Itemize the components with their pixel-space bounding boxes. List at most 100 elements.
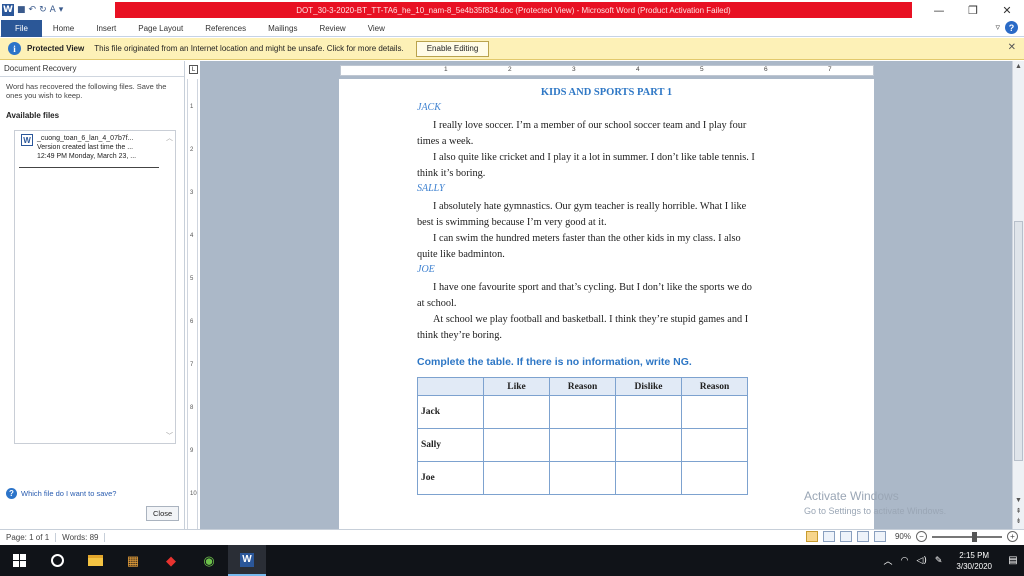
- table-row: Jack: [417, 395, 748, 429]
- scroll-up-icon[interactable]: ︿: [166, 133, 173, 143]
- protected-view-bar: i Protected View This file originated fr…: [0, 38, 1024, 60]
- save-icon[interactable]: ■: [17, 5, 26, 15]
- tab-page-layout[interactable]: Page Layout: [127, 20, 194, 37]
- table-cell[interactable]: [615, 461, 682, 495]
- document-page[interactable]: KIDS AND SPORTS PART 1 JACK I really lov…: [339, 79, 874, 529]
- zoom-slider[interactable]: [932, 531, 1002, 542]
- scroll-up-icon[interactable]: ▲: [1014, 63, 1023, 70]
- full-screen-view-button[interactable]: [822, 531, 835, 542]
- table-cell[interactable]: [549, 395, 616, 429]
- app-button[interactable]: ▦: [114, 545, 152, 576]
- zoom-slider-knob[interactable]: [972, 531, 977, 542]
- zoom-out-button[interactable]: −: [916, 531, 927, 542]
- watermark-title: Activate Windows: [804, 489, 899, 503]
- watermark-subtitle: Go to Settings to activate Windows.: [804, 506, 947, 516]
- tab-home[interactable]: Home: [42, 20, 85, 37]
- network-icon[interactable]: ◠: [897, 556, 913, 566]
- table-header: Like: [483, 377, 550, 396]
- document-title: KIDS AND SPORTS PART 1: [540, 87, 673, 98]
- ruler-label: 4: [636, 66, 640, 73]
- browser-button[interactable]: ◉: [190, 545, 228, 576]
- previous-page-icon[interactable]: ⇞: [1014, 507, 1023, 515]
- scrollbar-thumb[interactable]: [1014, 221, 1023, 461]
- search-button[interactable]: [38, 545, 76, 576]
- word-taskbar-button[interactable]: W: [228, 545, 266, 576]
- game-app-icon: ◆: [166, 552, 176, 568]
- paragraph: I absolutely hate gymnastics. Our gym te…: [417, 201, 747, 228]
- outline-view-button[interactable]: [856, 531, 869, 542]
- tab-file[interactable]: File: [1, 19, 42, 37]
- ruler-label: 7: [190, 362, 194, 368]
- paragraph: I have one favourite sport and that’s cy…: [417, 282, 752, 309]
- table-header-row: Like Reason Dislike Reason: [417, 377, 748, 396]
- protected-view-message[interactable]: This file originated from an Internet lo…: [94, 44, 404, 53]
- which-file-link[interactable]: ? Which file do I want to save?: [6, 488, 116, 499]
- tab-view[interactable]: View: [357, 20, 396, 37]
- table-cell[interactable]: [483, 461, 550, 495]
- volume-icon[interactable]: ◁): [912, 556, 930, 566]
- table-cell[interactable]: [615, 395, 682, 429]
- tab-selector[interactable]: L: [186, 61, 200, 77]
- file-explorer-button[interactable]: [76, 545, 114, 576]
- zoom-in-button[interactable]: +: [1007, 531, 1018, 542]
- redo-icon[interactable]: ↻: [39, 5, 47, 15]
- tab-insert[interactable]: Insert: [85, 20, 127, 37]
- page-count[interactable]: Page: 1 of 1: [0, 533, 57, 542]
- word-count[interactable]: Words: 89: [56, 533, 106, 542]
- vertical-ruler: 1 2 3 4 5 6 7 8 9 10: [187, 79, 198, 529]
- table-cell[interactable]: [549, 428, 616, 462]
- web-layout-view-button[interactable]: [839, 531, 852, 542]
- tab-mailings[interactable]: Mailings: [257, 20, 308, 37]
- print-layout-view-button[interactable]: [805, 531, 818, 542]
- scroll-down-icon[interactable]: ▼: [1014, 497, 1023, 504]
- table-cell[interactable]: [549, 461, 616, 495]
- tab-stop-icon[interactable]: L: [189, 65, 198, 74]
- tab-references[interactable]: References: [194, 20, 257, 37]
- maximize-button[interactable]: ❐: [956, 0, 990, 20]
- row-label: Jack: [417, 395, 484, 429]
- pen-icon[interactable]: ✎: [931, 556, 947, 566]
- clock[interactable]: 2:15 PM 3/30/2020: [946, 550, 1002, 572]
- ruler-label: 9: [190, 448, 194, 454]
- recovery-close-button[interactable]: Close: [146, 506, 180, 521]
- start-button[interactable]: [0, 545, 38, 576]
- paragraph: At school we play football and basketbal…: [417, 314, 749, 341]
- zoom-level[interactable]: 90%: [895, 532, 911, 541]
- table-cell[interactable]: [615, 428, 682, 462]
- font-color-icon[interactable]: A: [50, 5, 56, 15]
- table-cell[interactable]: [483, 428, 550, 462]
- table-cell[interactable]: [681, 428, 748, 462]
- folder-icon: [87, 555, 103, 566]
- minimize-button[interactable]: —: [922, 0, 956, 20]
- close-button[interactable]: ✕: [990, 0, 1024, 20]
- show-hidden-icons-icon[interactable]: ︿: [880, 554, 897, 567]
- word-logo-icon[interactable]: W: [2, 4, 14, 16]
- info-icon: i: [8, 42, 21, 55]
- table-cell[interactable]: [681, 461, 748, 495]
- notification-icon[interactable]: ▤: [1002, 545, 1024, 576]
- recovery-header: Document Recovery: [0, 61, 184, 77]
- game-app-button[interactable]: ◆: [152, 545, 190, 576]
- available-files-label: Available files: [6, 111, 60, 120]
- undo-icon[interactable]: ↶: [29, 5, 37, 15]
- help-icon[interactable]: ?: [1005, 21, 1018, 34]
- clock-time: 2:15 PM: [959, 550, 990, 560]
- scroll-down-icon[interactable]: ﹀: [166, 431, 173, 441]
- draft-view-button[interactable]: [873, 531, 886, 542]
- tab-review[interactable]: Review: [308, 20, 356, 37]
- document-recovery-pane: Document Recovery Word has recovered the…: [0, 61, 185, 529]
- table-cell[interactable]: [681, 395, 748, 429]
- table-row: Joe: [417, 461, 748, 495]
- recovery-intro: Word has recovered the following files. …: [6, 82, 167, 100]
- row-label: Sally: [417, 428, 484, 462]
- close-icon[interactable]: ✕: [1008, 42, 1016, 53]
- recovered-files-list[interactable]: W _cuong_toan_6_lan_4_07b7f... Version c…: [14, 130, 176, 444]
- next-page-icon[interactable]: ⇟: [1014, 517, 1023, 525]
- ribbon-expand-icon[interactable]: ▿: [995, 22, 1000, 33]
- list-item[interactable]: W _cuong_toan_6_lan_4_07b7f... Version c…: [15, 131, 175, 161]
- vertical-scrollbar[interactable]: ▲ ▼ ⇞ ⇟: [1012, 61, 1024, 529]
- enable-editing-button[interactable]: Enable Editing: [415, 40, 490, 57]
- customize-toolbar-icon[interactable]: ▾: [59, 5, 64, 15]
- answer-table: Like Reason Dislike Reason Jack Sally Jo…: [417, 377, 748, 495]
- table-cell[interactable]: [483, 395, 550, 429]
